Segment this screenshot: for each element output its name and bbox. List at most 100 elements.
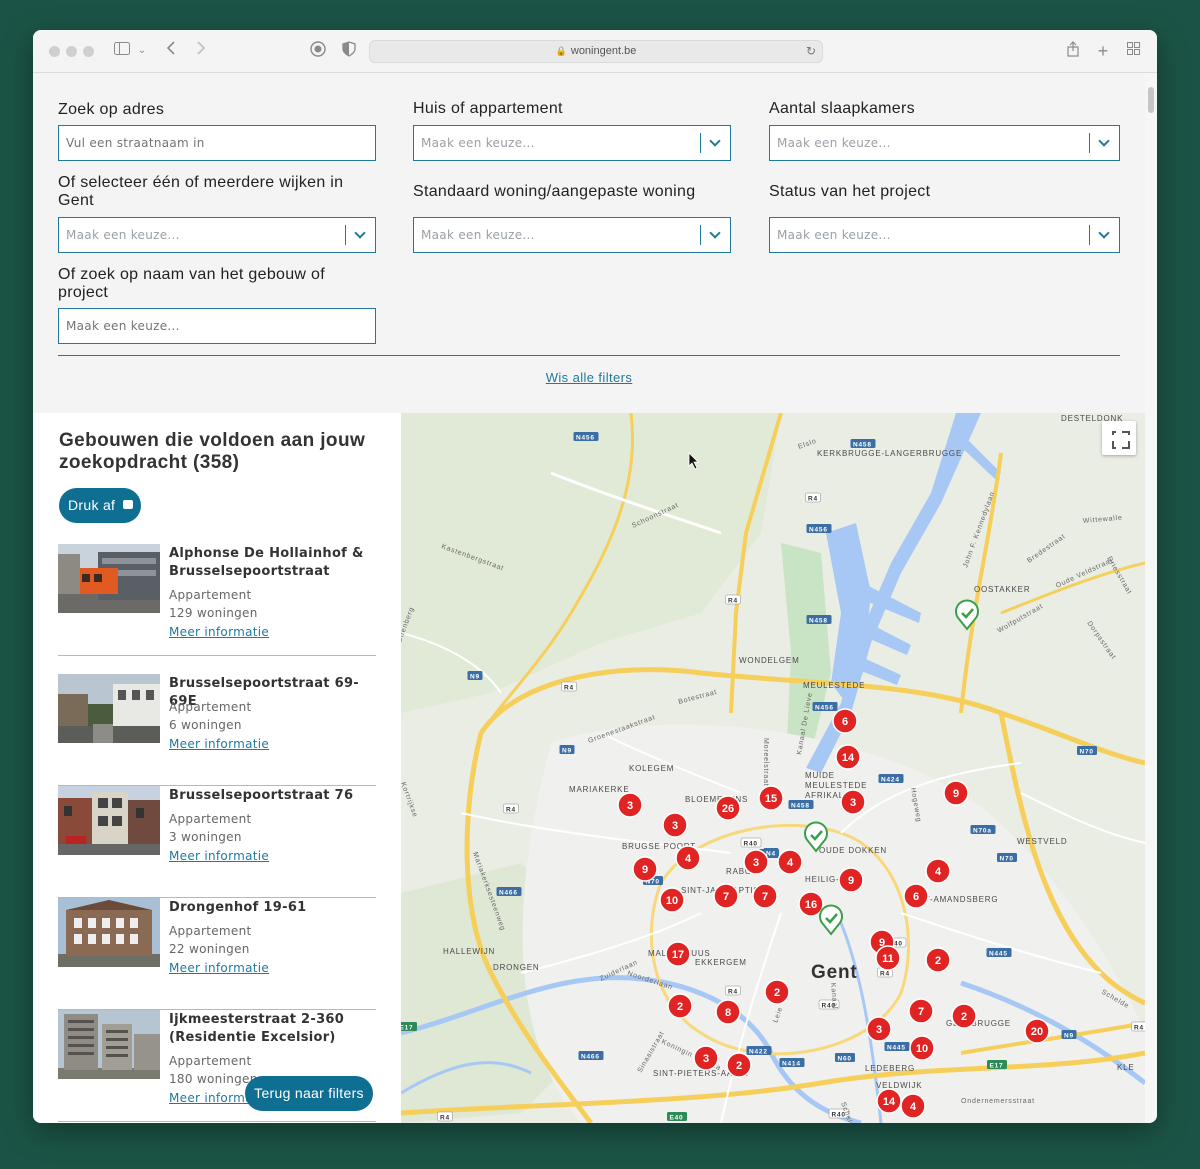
cluster-marker-count[interactable]: 14 — [883, 1096, 896, 1108]
clear-filters-link[interactable]: Wis alle filters — [33, 370, 1145, 385]
cluster-marker-count[interactable]: 2 — [677, 1001, 683, 1013]
cluster-marker[interactable]: 4 — [777, 849, 803, 875]
more-info-link[interactable]: Meer informatie — [169, 847, 269, 865]
tab-overview-icon[interactable] — [1125, 41, 1141, 61]
cluster-marker[interactable]: 15 — [758, 785, 784, 811]
cluster-marker[interactable]: 4 — [925, 858, 951, 884]
shield-icon[interactable] — [340, 41, 358, 61]
more-info-link[interactable]: Meer informatie — [169, 735, 269, 753]
address-input[interactable] — [58, 125, 376, 161]
cluster-marker-count[interactable]: 4 — [935, 866, 942, 878]
zoom-window-button[interactable] — [83, 46, 94, 57]
cluster-marker[interactable]: 7 — [713, 883, 739, 909]
cluster-marker-count[interactable]: 9 — [848, 875, 854, 887]
cluster-marker-count[interactable]: 3 — [627, 800, 633, 812]
minimize-window-button[interactable] — [66, 46, 77, 57]
cluster-marker-count[interactable]: 6 — [842, 716, 848, 728]
cluster-marker-count[interactable]: 4 — [685, 853, 692, 865]
cluster-marker-count[interactable]: 10 — [916, 1043, 928, 1055]
districts-select[interactable]: Maak een keuze... — [58, 217, 376, 253]
password-icon[interactable] — [309, 41, 327, 61]
cluster-marker-count[interactable]: 7 — [762, 891, 768, 903]
building-input[interactable] — [58, 308, 376, 344]
cluster-marker[interactable]: 4 — [900, 1093, 926, 1119]
cluster-marker-count[interactable]: 6 — [913, 891, 919, 903]
cluster-marker-count[interactable]: 9 — [642, 864, 648, 876]
cluster-marker-count[interactable]: 3 — [753, 857, 759, 869]
cluster-marker[interactable]: 2 — [726, 1052, 752, 1078]
cluster-marker[interactable]: 3 — [840, 789, 866, 815]
address-bar[interactable]: 🔒 woningent.be ↻ — [369, 40, 823, 63]
cluster-marker-count[interactable]: 7 — [723, 891, 729, 903]
cluster-marker[interactable]: 10 — [909, 1035, 935, 1061]
cluster-marker[interactable]: 3 — [617, 792, 643, 818]
cluster-marker-count[interactable]: 9 — [953, 788, 959, 800]
fullscreen-button[interactable] — [1102, 421, 1136, 455]
cluster-marker-count[interactable]: 16 — [805, 899, 817, 911]
clear-filters-text[interactable]: Wis alle filters — [546, 370, 633, 385]
cluster-marker-count[interactable]: 20 — [1031, 1026, 1043, 1038]
back-icon[interactable] — [163, 41, 179, 61]
bedrooms-select[interactable]: Maak een keuze... — [769, 125, 1120, 161]
map[interactable]: DESTELDONK KERKBRUGGE-LANGERBRUGGE OOSTAKK… — [401, 413, 1145, 1123]
more-info-link[interactable]: Meer informatie — [169, 959, 269, 977]
cluster-marker[interactable]: 9 — [632, 856, 658, 882]
cluster-marker-count[interactable]: 2 — [961, 1011, 967, 1023]
cluster-marker-count[interactable]: 2 — [736, 1060, 742, 1072]
cluster-marker[interactable]: 14 — [876, 1088, 902, 1114]
cluster-marker[interactable]: 3 — [866, 1016, 892, 1042]
print-button[interactable]: Druk af — [59, 488, 141, 523]
cluster-marker-count[interactable]: 2 — [935, 955, 941, 967]
cluster-marker-count[interactable]: 11 — [882, 953, 894, 965]
back-to-filters-button[interactable]: Terug naar filters — [245, 1076, 373, 1111]
cluster-marker[interactable]: 14 — [835, 744, 861, 770]
status-select[interactable]: Maak een keuze... — [769, 217, 1120, 253]
cluster-marker[interactable]: 10 — [659, 887, 685, 913]
standard-select[interactable]: Maak een keuze... — [413, 217, 731, 253]
more-info-link[interactable]: Meer informatie — [169, 623, 269, 641]
cluster-marker[interactable]: 16 — [798, 891, 824, 917]
cluster-marker-count[interactable]: 2 — [774, 987, 780, 999]
cluster-marker-count[interactable]: 3 — [850, 797, 856, 809]
cluster-marker-count[interactable]: 3 — [876, 1024, 882, 1036]
cluster-marker[interactable]: 20 — [1024, 1018, 1050, 1044]
cluster-marker[interactable]: 2 — [764, 979, 790, 1005]
cluster-marker[interactable]: 2 — [925, 947, 951, 973]
share-icon[interactable] — [1065, 41, 1081, 61]
forward-icon[interactable] — [193, 41, 209, 61]
cluster-marker-count[interactable]: 3 — [672, 820, 678, 832]
cluster-marker[interactable]: 6 — [903, 883, 929, 909]
cluster-marker[interactable]: 7 — [908, 998, 934, 1024]
reload-icon[interactable]: ↻ — [806, 41, 816, 62]
cluster-marker-count[interactable]: 14 — [842, 752, 855, 764]
cluster-marker-count[interactable]: 10 — [666, 895, 678, 907]
cluster-marker-count[interactable]: 17 — [672, 949, 684, 961]
cluster-marker[interactable]: 26 — [715, 795, 741, 821]
cluster-marker[interactable]: 2 — [951, 1003, 977, 1029]
cluster-marker[interactable]: 2 — [667, 993, 693, 1019]
scrollbar-thumb[interactable] — [1148, 87, 1154, 113]
cluster-marker-count[interactable]: 15 — [765, 793, 777, 805]
cluster-marker-count[interactable]: 4 — [787, 857, 794, 869]
cluster-marker[interactable]: 17 — [665, 941, 691, 967]
cluster-marker[interactable]: 11 — [875, 945, 901, 971]
type-select[interactable]: Maak een keuze... — [413, 125, 731, 161]
cluster-marker-count[interactable]: 3 — [703, 1053, 709, 1065]
cluster-marker[interactable]: 3 — [662, 812, 688, 838]
cluster-marker[interactable]: 3 — [743, 849, 769, 875]
new-tab-icon[interactable]: + — [1095, 41, 1111, 61]
map-canvas[interactable]: DESTELDONKKERKBRUGGE-LANGERBRUGGEOOSTAKK… — [401, 413, 1145, 1123]
cluster-marker-count[interactable]: 26 — [722, 803, 734, 815]
page-scrollbar[interactable] — [1145, 73, 1157, 1123]
sidebar-icon[interactable] — [113, 41, 131, 61]
close-window-button[interactable] — [49, 46, 60, 57]
cluster-marker-count[interactable]: 7 — [918, 1006, 924, 1018]
cluster-marker[interactable]: 3 — [693, 1045, 719, 1071]
cluster-marker[interactable]: 9 — [943, 780, 969, 806]
cluster-marker[interactable]: 7 — [752, 883, 778, 909]
cluster-marker[interactable]: 8 — [715, 999, 741, 1025]
cluster-marker-count[interactable]: 4 — [910, 1101, 917, 1113]
chevron-down-icon[interactable]: ⌄ — [137, 41, 147, 61]
cluster-marker[interactable]: 9 — [838, 867, 864, 893]
cluster-marker[interactable]: 4 — [675, 845, 701, 871]
